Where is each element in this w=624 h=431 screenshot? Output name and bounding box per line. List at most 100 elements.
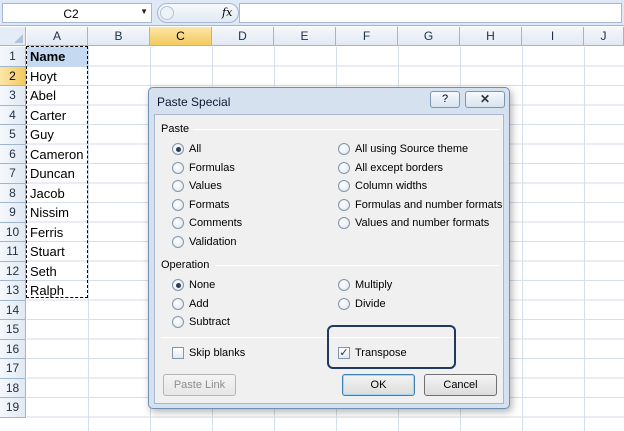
- paste-option-column-widths[interactable]: Column widths: [338, 180, 427, 192]
- option-label: Values: [189, 180, 222, 192]
- paste-option-formulas[interactable]: Formulas: [172, 161, 235, 174]
- paste-option-formats[interactable]: Formats: [172, 198, 230, 211]
- operation-option-subtract[interactable]: Subtract: [172, 316, 230, 328]
- radio-icon: [172, 198, 184, 211]
- radio-icon: [172, 180, 184, 192]
- name-box-value: C2: [63, 7, 79, 21]
- paste-option-except-borders[interactable]: All except borders: [338, 161, 444, 174]
- chevron-down-icon[interactable]: ▼: [140, 7, 148, 16]
- paste-option-comments[interactable]: Comments: [172, 217, 242, 229]
- column-header-i[interactable]: I: [522, 27, 584, 46]
- close-icon[interactable]: ✕: [465, 91, 505, 108]
- radio-icon: [338, 143, 350, 155]
- paste-special-dialog: Paste Special ? ✕ Paste All Formulas Val…: [148, 87, 510, 409]
- paste-option-formulas-number-formats[interactable]: Formulas and number formats: [338, 198, 503, 211]
- paste-option-all[interactable]: All: [172, 143, 201, 155]
- row-header[interactable]: 5: [0, 125, 26, 145]
- dialog-title: Paste Special: [157, 95, 231, 109]
- column-header-b[interactable]: B: [88, 27, 150, 46]
- radio-icon: [172, 316, 184, 328]
- operation-option-none[interactable]: None: [172, 279, 215, 291]
- row-header[interactable]: 10: [0, 222, 26, 242]
- column-header-f[interactable]: F: [336, 27, 398, 46]
- option-label: Values and number formats: [355, 217, 490, 229]
- operation-option-add[interactable]: Add: [172, 297, 209, 310]
- column-header-g[interactable]: G: [398, 27, 460, 46]
- option-label: Add: [189, 297, 209, 310]
- ok-button[interactable]: OK: [342, 374, 415, 396]
- skip-blanks-checkbox[interactable]: Skip blanks: [172, 347, 245, 359]
- option-label: Formats: [189, 198, 230, 211]
- column-header-a[interactable]: A: [27, 27, 88, 46]
- operation-option-divide[interactable]: Divide: [338, 297, 386, 310]
- paste-group-label: Paste: [161, 123, 190, 135]
- radio-icon: [172, 161, 184, 174]
- option-label: Divide: [355, 297, 386, 310]
- radio-icon: [338, 198, 350, 211]
- row-header[interactable]: 18: [0, 378, 26, 398]
- radio-icon: [338, 180, 350, 192]
- option-label: Formulas and number formats: [355, 198, 503, 211]
- row-header[interactable]: 1: [0, 47, 26, 67]
- row-header[interactable]: 12: [0, 261, 26, 281]
- option-label: Multiply: [355, 279, 393, 291]
- column-header-j[interactable]: J: [584, 27, 624, 46]
- option-label: Validation: [189, 235, 237, 248]
- expand-handle-icon[interactable]: [160, 6, 174, 20]
- row-header[interactable]: 7: [0, 164, 26, 184]
- row-header[interactable]: 6: [0, 144, 26, 164]
- option-label: Comments: [189, 217, 243, 229]
- select-all-button[interactable]: [0, 27, 26, 46]
- name-box[interactable]: C2 ▼: [2, 3, 152, 23]
- cancel-button[interactable]: Cancel: [424, 374, 497, 396]
- copy-marquee: [26, 46, 88, 298]
- radio-icon: [338, 279, 350, 291]
- option-label: Formulas: [189, 161, 235, 174]
- option-label: Subtract: [189, 316, 230, 328]
- row-header[interactable]: 14: [0, 300, 26, 320]
- row-header[interactable]: 8: [0, 183, 26, 203]
- paste-option-source-theme[interactable]: All using Source theme: [338, 143, 468, 155]
- transpose-highlight: [327, 325, 456, 369]
- row-header[interactable]: 16: [0, 339, 26, 359]
- radio-icon: [172, 217, 184, 229]
- radio-selected-icon: [172, 279, 184, 291]
- paste-option-values[interactable]: Values: [172, 180, 222, 192]
- paste-option-validation[interactable]: Validation: [172, 235, 237, 248]
- divider: [215, 265, 499, 266]
- formula-input[interactable]: [239, 3, 622, 23]
- divider: [193, 129, 499, 130]
- option-label: None: [189, 279, 216, 291]
- radio-icon: [172, 297, 184, 310]
- radio-selected-icon: [172, 143, 184, 155]
- row-header[interactable]: 17: [0, 359, 26, 379]
- row-header[interactable]: 19: [0, 398, 26, 418]
- row-header[interactable]: 15: [0, 320, 26, 340]
- row-header[interactable]: 2: [0, 66, 26, 86]
- option-label: Column widths: [355, 180, 428, 192]
- help-icon[interactable]: ?: [430, 91, 460, 108]
- option-label: All: [189, 143, 202, 155]
- operation-group-label: Operation: [161, 259, 210, 271]
- radio-icon: [172, 235, 184, 248]
- row-header[interactable]: 3: [0, 86, 26, 106]
- row-header[interactable]: 4: [0, 105, 26, 125]
- row-header[interactable]: 9: [0, 203, 26, 223]
- column-header-e[interactable]: E: [274, 27, 336, 46]
- operation-option-multiply[interactable]: Multiply: [338, 279, 392, 291]
- option-label: Skip blanks: [189, 347, 246, 359]
- checkbox-icon: [172, 347, 184, 359]
- insert-function-icon[interactable]: fx: [222, 6, 232, 19]
- radio-icon: [338, 161, 350, 174]
- row-header[interactable]: 11: [0, 242, 26, 262]
- column-header-d[interactable]: D: [212, 27, 274, 46]
- formula-tools: fx: [157, 3, 239, 23]
- column-header-c[interactable]: C: [150, 27, 212, 46]
- option-label: All using Source theme: [355, 143, 469, 155]
- option-label: All except borders: [355, 161, 444, 174]
- column-header-h[interactable]: H: [460, 27, 522, 46]
- radio-icon: [338, 297, 350, 310]
- row-header[interactable]: 13: [0, 281, 26, 301]
- paste-link-button[interactable]: Paste Link: [163, 374, 236, 396]
- paste-option-values-number-formats[interactable]: Values and number formats: [338, 217, 489, 229]
